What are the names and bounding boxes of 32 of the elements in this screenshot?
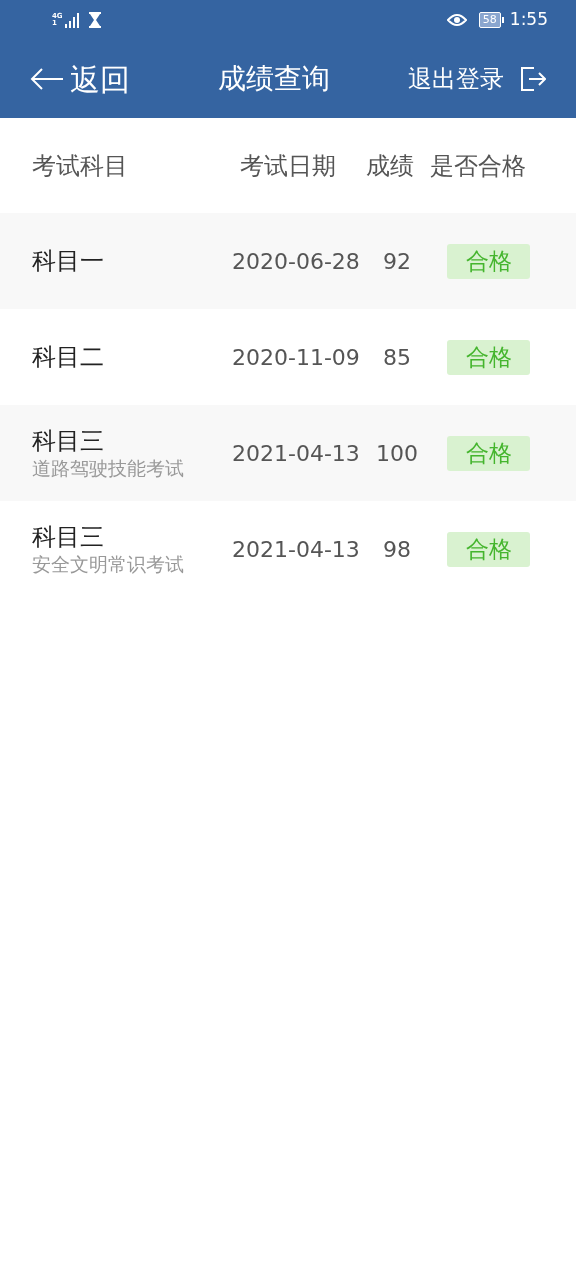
column-header: 考试科目 — [31, 150, 129, 182]
back-arrow-icon — [30, 67, 64, 91]
date-cell-text: 2021-04-13 — [232, 535, 361, 564]
column-header: 是否合格 — [430, 150, 526, 182]
result-badge: 合格 — [447, 531, 530, 567]
date-cell-text: 2020-11-09 — [232, 343, 361, 372]
logout-icon[interactable] — [520, 66, 546, 92]
back-button[interactable]: 返回 — [30, 56, 130, 102]
column-header: 成绩 — [366, 150, 415, 182]
signal-icon — [64, 12, 81, 28]
subject-detail: 安全文明常识考试 — [32, 552, 185, 576]
subject-detail: 道路驾驶技能考试 — [32, 456, 185, 480]
logout-button[interactable]: 退出登录 — [408, 62, 508, 96]
clock-time: 1:55 — [509, 8, 548, 32]
hourglass-icon — [88, 12, 101, 28]
page-title: 成绩查询 — [218, 61, 330, 97]
score-cell-text: 92 — [382, 247, 412, 276]
subject-cell-text: 科目二 — [32, 342, 105, 372]
battery-icon: 58 — [478, 12, 504, 28]
subject-cell-text: 科目三 — [32, 426, 105, 456]
result-badge: 合格 — [447, 339, 530, 375]
column-header: 考试日期 — [240, 150, 337, 182]
score-cell-text: 98 — [382, 535, 412, 564]
result-badge: 合格 — [447, 435, 530, 471]
score-cell-text: 100 — [375, 439, 419, 468]
subject-cell-text: 科目三 — [32, 522, 105, 552]
subject-cell-text: 科目一 — [32, 246, 105, 276]
date-cell-text: 2020-06-28 — [232, 247, 361, 276]
eye-icon — [446, 13, 467, 27]
score-cell-text: 85 — [382, 343, 412, 372]
result-badge: 合格 — [447, 243, 530, 279]
date-cell-text: 2021-04-13 — [232, 439, 361, 468]
